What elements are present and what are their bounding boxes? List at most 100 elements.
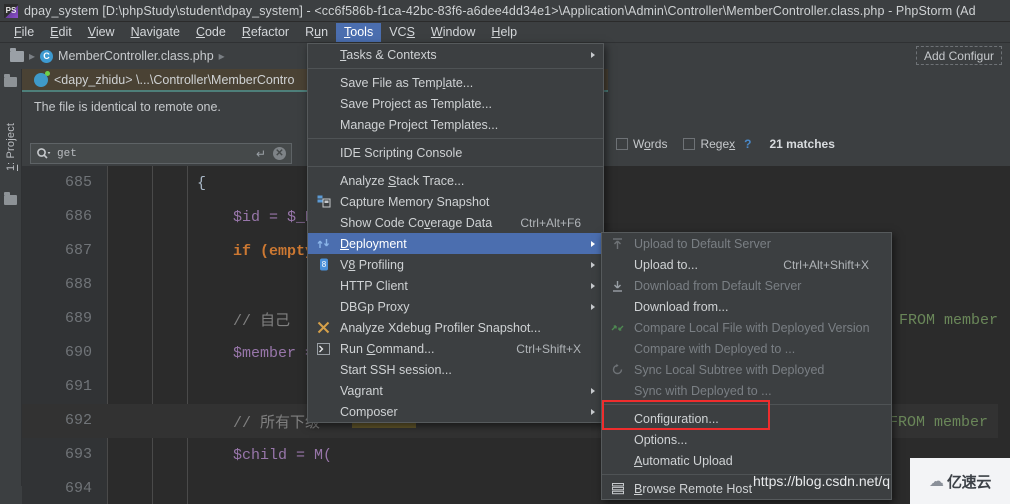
- menu-item-download-from[interactable]: Download from...: [602, 296, 891, 317]
- menu-item-deployment[interactable]: Deployment: [308, 233, 603, 254]
- menu-refactor[interactable]: Refactor: [234, 23, 297, 42]
- menu-item-sync-with-deployed-to[interactable]: Sync with Deployed to ...: [602, 380, 891, 401]
- menu-vcs[interactable]: VCS: [381, 23, 423, 42]
- menu-label: Sync Local Subtree with Deployed: [634, 362, 825, 377]
- words-label[interactable]: Words: [633, 137, 667, 151]
- clear-x-icon[interactable]: ✕: [273, 147, 286, 160]
- menu-tools[interactable]: Tools: [336, 22, 382, 42]
- add-configuration-button[interactable]: Add Configur: [915, 46, 1002, 65]
- menu-bar: File Edit View Navigate Code Refactor Ru…: [0, 22, 1010, 43]
- menu-item-save-project-as-template[interactable]: Save Project as Template...: [308, 93, 603, 114]
- menu-item-start-ssh-session[interactable]: Start SSH session...: [308, 359, 603, 380]
- project-folder-icon-top[interactable]: [4, 74, 17, 87]
- menu-item-capture-memory-snapshot[interactable]: Capture Memory Snapshot: [308, 191, 603, 212]
- menu-label: Analyze Xdebug Profiler Snapshot...: [340, 320, 541, 335]
- breadcrumb-file[interactable]: MemberController.class.php: [58, 49, 214, 63]
- menu-window[interactable]: Window: [423, 23, 483, 42]
- phpstorm-window: PS dpay_system [D:\phpStudy\student\dpay…: [0, 0, 1010, 504]
- menu-item-v8-profiling[interactable]: 8 V8 Profiling: [308, 254, 603, 275]
- menu-label: Deployment: [340, 236, 407, 251]
- menu-item-analyze-stack-trace[interactable]: Analyze Stack Trace...: [308, 170, 603, 191]
- menu-item-upload-to[interactable]: Upload to... Ctrl+Alt+Shift+X: [602, 254, 891, 275]
- deployment-icon: [316, 236, 331, 251]
- search-input[interactable]: get ↵ ✕: [30, 143, 292, 164]
- deployment-submenu[interactable]: Upload to Default Server Upload to... Ct…: [601, 232, 892, 500]
- menu-item-manage-project-templates[interactable]: Manage Project Templates...: [308, 114, 603, 135]
- menu-item-compare-with-deployed-to[interactable]: Compare with Deployed to ...: [602, 338, 891, 359]
- bottom-left-strip: [0, 486, 22, 504]
- upload-icon: [610, 236, 625, 251]
- menu-item-tasks-contexts[interactable]: Tasks & Contexts: [308, 44, 603, 65]
- search-icon[interactable]: [36, 147, 51, 160]
- notification-text: The file is identical to remote one.: [34, 100, 221, 114]
- menu-item-sync-local-subtree-with-deployed[interactable]: Sync Local Subtree with Deployed: [602, 359, 891, 380]
- csdn-url-overlay: https://blog.csdn.net/q: [753, 473, 890, 489]
- menu-run[interactable]: Run: [297, 23, 336, 42]
- menu-shortcut: Ctrl+Alt+F6: [520, 215, 581, 230]
- chevron-right-icon: [591, 282, 595, 289]
- menu-item-show-code-coverage-data[interactable]: Show Code Coverage Data Ctrl+Alt+F6: [308, 212, 603, 233]
- enter-arrow-icon[interactable]: ↵: [256, 147, 266, 161]
- menu-label: Compare with Deployed to ...: [634, 341, 796, 356]
- menu-label: Sync with Deployed to ...: [634, 383, 772, 398]
- xdebug-icon: [316, 320, 331, 335]
- help-icon[interactable]: ?: [744, 137, 751, 151]
- menu-label: V8 Profiling: [340, 257, 404, 272]
- editor-scrollbar[interactable]: [998, 166, 1010, 504]
- menu-item-download-from-default-server[interactable]: Download from Default Server: [602, 275, 891, 296]
- menu-view[interactable]: View: [80, 23, 123, 42]
- download-icon: [610, 278, 625, 293]
- regex-label[interactable]: Regex: [700, 137, 735, 151]
- menu-navigate[interactable]: Navigate: [123, 23, 188, 42]
- menu-item-options[interactable]: Options...: [602, 429, 891, 450]
- words-checkbox[interactable]: [616, 138, 628, 150]
- menu-file[interactable]: File: [6, 23, 42, 42]
- menu-label: Compare Local File with Deployed Version: [634, 320, 870, 335]
- menu-label: HTTP Client: [340, 278, 408, 293]
- menu-code[interactable]: Code: [188, 23, 234, 42]
- watermark: ☁ 亿速云: [910, 458, 1010, 504]
- menu-item-configuration[interactable]: Configuration...: [602, 408, 891, 429]
- menu-label: Composer: [340, 404, 398, 419]
- menu-item-upload-to-default-server[interactable]: Upload to Default Server: [602, 233, 891, 254]
- remote-server-icon: [34, 70, 50, 87]
- menu-label: Download from Default Server: [634, 278, 802, 293]
- sidebar-item-project[interactable]: 1: Project: [2, 109, 20, 185]
- folder-icon[interactable]: [10, 47, 24, 62]
- window-title: dpay_system [D:\phpStudy\student\dpay_sy…: [24, 3, 976, 18]
- menu-shortcut: Ctrl+Shift+X: [516, 341, 581, 356]
- menu-item-compare-local-file-with-deployed-version[interactable]: Compare Local File with Deployed Version: [602, 317, 891, 338]
- menu-label: Upload to Default Server: [634, 236, 771, 251]
- menu-separator: [308, 68, 603, 69]
- menu-item-http-client[interactable]: HTTP Client: [308, 275, 603, 296]
- menu-shortcut: Ctrl+Alt+Shift+X: [783, 257, 869, 272]
- menu-item-analyze-xdebug-profiler-snapshot[interactable]: Analyze Xdebug Profiler Snapshot...: [308, 317, 603, 338]
- menu-label: Show Code Coverage Data: [340, 215, 493, 230]
- line-code: $child = M(: [197, 446, 333, 464]
- regex-checkbox[interactable]: [683, 138, 696, 150]
- menu-item-run-command[interactable]: Run Command... Ctrl+Shift+X: [308, 338, 603, 359]
- menu-item-save-file-as-template[interactable]: Save File as Template...: [308, 72, 603, 93]
- code-fragment-from-member-2: FROM member: [889, 414, 989, 431]
- chevron-right-icon: [591, 408, 595, 415]
- menu-item-automatic-upload[interactable]: Automatic Upload: [602, 450, 891, 471]
- line-number: 685: [64, 174, 92, 191]
- compare-icon: [610, 320, 625, 335]
- menu-item-vagrant[interactable]: Vagrant: [308, 380, 603, 401]
- search-input-value[interactable]: get: [57, 148, 256, 160]
- menu-label: Upload to...: [634, 257, 698, 272]
- menu-item-dbgp-proxy[interactable]: DBGp Proxy: [308, 296, 603, 317]
- menu-separator: [308, 166, 603, 167]
- menu-help[interactable]: Help: [483, 23, 525, 42]
- chevron-right-icon: [591, 240, 595, 247]
- menu-edit[interactable]: Edit: [42, 23, 80, 42]
- phpstorm-logo-icon: PS: [4, 3, 18, 18]
- line-number: 686: [64, 208, 92, 225]
- tools-dropdown-menu[interactable]: Tasks & Contexts Save File as Template..…: [307, 43, 604, 423]
- find-options: Words Regex ? 21 matches: [608, 122, 1010, 166]
- project-folder-icon-bottom[interactable]: [4, 192, 17, 205]
- menu-label: Options...: [634, 432, 688, 447]
- menu-item-composer[interactable]: Composer: [308, 401, 603, 422]
- menu-label: Tasks & Contexts: [340, 47, 437, 62]
- menu-item-ide-scripting-console[interactable]: IDE Scripting Console: [308, 142, 603, 163]
